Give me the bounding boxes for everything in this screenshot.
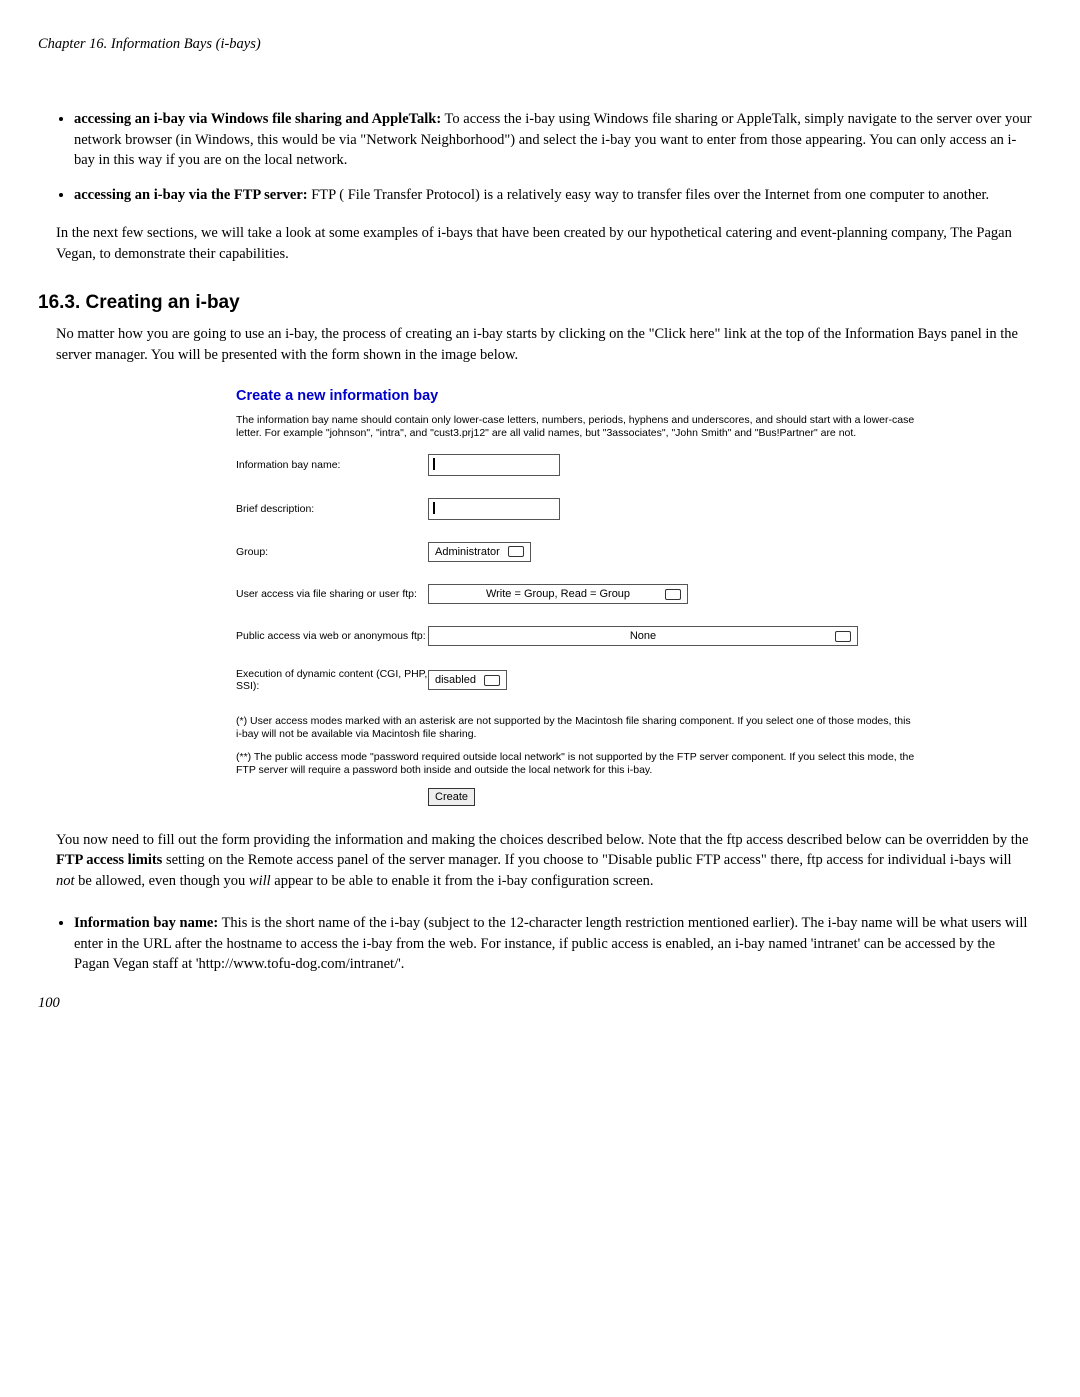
bullet-lead: accessing an i-bay via Windows file shar… xyxy=(74,111,441,127)
bullet-lead: Information bay name: xyxy=(74,915,218,931)
user-access-select[interactable]: Write = Group, Read = Group xyxy=(428,584,688,604)
user-access-value: Write = Group, Read = Group xyxy=(486,588,630,600)
dynamic-content-select[interactable]: disabled xyxy=(428,670,507,690)
section-heading: 16.3. Creating an i-bay xyxy=(38,292,1036,314)
bullet-text: FTP ( File Transfer Protocol) is a relat… xyxy=(308,187,990,203)
form-note-double-asterisk: (**) The public access mode "password re… xyxy=(236,751,916,777)
access-methods-list: accessing an i-bay via Windows file shar… xyxy=(56,109,1032,205)
ibay-name-input[interactable] xyxy=(428,454,560,476)
create-button[interactable]: Create xyxy=(428,788,475,806)
group-select[interactable]: Administrator xyxy=(428,542,531,562)
paragraph: In the next few sections, we will take a… xyxy=(56,223,1032,264)
label-public-access: Public access via web or anonymous ftp: xyxy=(236,630,428,643)
emphasis: not xyxy=(56,873,75,889)
text: setting on the Remote access panel of th… xyxy=(162,852,1011,868)
label-user-access: User access via file sharing or user ftp… xyxy=(236,588,428,601)
dynamic-content-value: disabled xyxy=(435,674,476,686)
after-form-paragraph: You now need to fill out the form provid… xyxy=(56,830,1032,892)
brief-description-input[interactable] xyxy=(428,498,560,520)
list-item: accessing an i-bay via the FTP server: F… xyxy=(74,185,1032,206)
chevron-down-icon xyxy=(665,589,681,600)
label-brief-description: Brief description: xyxy=(236,503,428,516)
form-intro-text: The information bay name should contain … xyxy=(236,414,916,440)
chevron-down-icon xyxy=(484,675,500,686)
group-select-value: Administrator xyxy=(435,546,500,558)
page-number: 100 xyxy=(38,995,1036,1012)
label-dynamic-content: Execution of dynamic content (CGI, PHP, … xyxy=(236,668,428,693)
chapter-header: Chapter 16. Information Bays (i-bays) xyxy=(38,36,1036,53)
text: be allowed, even though you xyxy=(75,873,249,889)
form-note-asterisk: (*) User access modes marked with an ast… xyxy=(236,715,916,741)
chevron-down-icon xyxy=(835,631,851,642)
section-intro: No matter how you are going to use an i-… xyxy=(56,324,1032,365)
form-title: Create a new information bay xyxy=(236,388,916,404)
chevron-down-icon xyxy=(508,546,524,557)
label-group: Group: xyxy=(236,546,428,559)
bold-text: FTP access limits xyxy=(56,852,162,868)
label-ibay-name: Information bay name: xyxy=(236,459,428,472)
public-access-select[interactable]: None xyxy=(428,626,858,646)
create-ibay-form: Create a new information bay The informa… xyxy=(236,388,916,806)
field-description-list: Information bay name: This is the short … xyxy=(56,913,1032,975)
text: You now need to fill out the form provid… xyxy=(56,832,1028,848)
emphasis: will xyxy=(249,873,271,889)
list-item: Information bay name: This is the short … xyxy=(74,913,1032,975)
text: appear to be able to enable it from the … xyxy=(271,873,654,889)
list-item: accessing an i-bay via Windows file shar… xyxy=(74,109,1032,171)
public-access-value: None xyxy=(630,630,656,642)
bullet-lead: accessing an i-bay via the FTP server: xyxy=(74,187,308,203)
